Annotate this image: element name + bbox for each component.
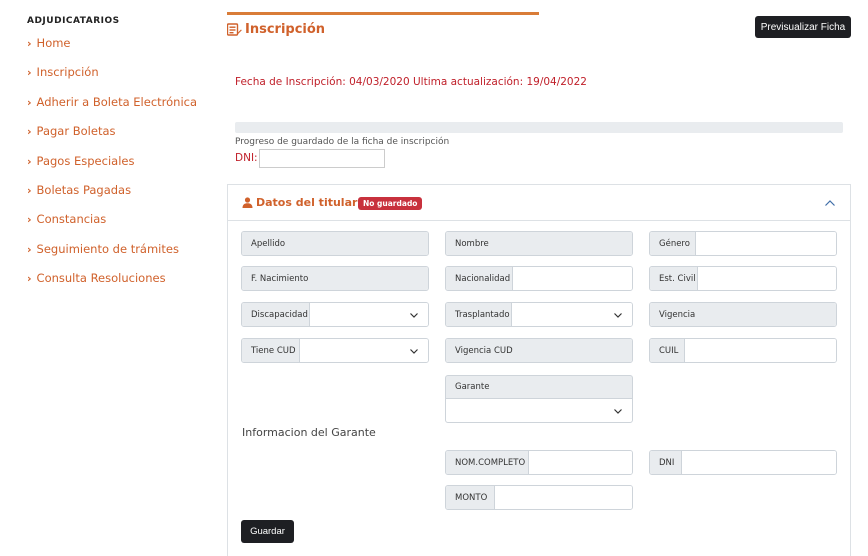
vigencia-cud-field[interactable]: Vigencia CUD (445, 338, 633, 363)
apellido-value (302, 232, 428, 255)
sidebar-item-seguimiento[interactable]: › Seguimiento de trámites (27, 242, 197, 271)
sidebar-item-pagos-especiales[interactable]: › Pagos Especiales (27, 154, 197, 183)
cuil-field[interactable]: CUIL (649, 338, 837, 363)
chevron-right-icon: › (27, 66, 32, 80)
nacimiento-field[interactable]: F. Nacimiento (241, 266, 429, 291)
vigencia-field[interactable]: Vigencia (649, 302, 837, 327)
sidebar-item-label: Boletas Pagadas (36, 182, 132, 197)
sidebar-item-pagar-boletas[interactable]: › Pagar Boletas (27, 124, 197, 153)
tiene-cud-value (300, 339, 428, 362)
apellido-label: Apellido (242, 232, 302, 255)
nacionalidad-label: Nacionalidad (446, 267, 513, 290)
genero-label: Género (650, 232, 696, 255)
card-title: Datos del titular (242, 196, 357, 209)
nacimiento-value (313, 267, 428, 290)
sidebar-item-label: Home (36, 36, 71, 50)
garante-dni-label: DNI (650, 451, 682, 474)
estcivil-label: Est. Civil (650, 267, 698, 290)
nombre-field[interactable]: Nombre (445, 231, 633, 256)
sidebar-item-label: Consulta Resoluciones (36, 271, 166, 286)
sidebar-nav: › Home › Inscripción › Adherir a Boleta Ele… (27, 36, 197, 301)
sidebar-item-consulta-resoluciones[interactable]: › Consulta Resoluciones (27, 271, 197, 300)
status-badge: No guardado (358, 197, 423, 210)
sidebar-item-label: Constancias (36, 212, 107, 227)
sidebar-item-label: Pagos Especiales (36, 153, 135, 168)
preview-form-button[interactable]: Previsualizar Ficha (755, 16, 851, 38)
chevron-down-icon (614, 408, 622, 414)
form-icon (227, 23, 242, 36)
estcivil-value (698, 267, 836, 290)
sidebar-title: ADJUDICATARIOS (27, 16, 120, 26)
save-progress-bar (235, 122, 843, 133)
chevron-down-icon (410, 348, 418, 354)
chevron-right-icon: › (27, 272, 32, 286)
genero-value (696, 232, 836, 255)
garante-dni-value (682, 451, 836, 474)
sidebar-item-home[interactable]: › Home (27, 36, 197, 65)
vigencia-label: Vigencia (650, 303, 698, 326)
save-progress-label: Progreso de guardado de la ficha de insc… (235, 137, 450, 147)
chevron-right-icon: › (27, 125, 32, 139)
chevron-right-icon: › (27, 154, 32, 168)
tiene-cud-select[interactable]: Tiene CUD (241, 338, 429, 363)
card-title-text: Datos del titular (256, 196, 358, 209)
chevron-right-icon: › (27, 242, 32, 256)
sidebar-item-adherir-boleta[interactable]: › Adherir a Boleta Electrónica (27, 95, 197, 124)
nom-completo-value (529, 451, 632, 474)
save-button[interactable]: Guardar (241, 520, 294, 543)
trasplantado-select[interactable]: Trasplantado (445, 302, 633, 327)
chevron-down-icon (410, 312, 418, 318)
tiene-cud-label: Tiene CUD (242, 339, 300, 362)
title-accent-bar (227, 12, 539, 15)
nom-completo-label: NOM.COMPLETO (446, 451, 529, 474)
genero-field[interactable]: Género (649, 231, 837, 256)
dni-top-input[interactable] (259, 149, 385, 168)
discapacidad-select[interactable]: Discapacidad (241, 302, 429, 327)
nacimiento-label: F. Nacimiento (242, 267, 313, 290)
discapacidad-value (310, 303, 428, 326)
trasplantado-label: Trasplantado (446, 303, 512, 326)
trasplantado-value (512, 303, 632, 326)
monto-field[interactable]: MONTO (445, 485, 633, 510)
dni-top-label: DNI: (235, 152, 258, 164)
sidebar: ADJUDICATARIOS › Home › Inscripción › Adher… (0, 0, 215, 556)
estcivil-field[interactable]: Est. Civil (649, 266, 837, 291)
chevron-right-icon: › (27, 37, 32, 50)
sidebar-item-inscripcion[interactable]: › Inscripción (27, 65, 197, 94)
chevron-down-icon (614, 312, 622, 318)
garante-label: Garante (445, 375, 633, 398)
chevron-right-icon: › (27, 183, 32, 197)
cuil-value (685, 339, 836, 362)
page-title: Inscripción (227, 22, 325, 37)
garante-section-title: Informacion del Garante (242, 426, 376, 439)
vigencia-cud-value (516, 339, 632, 362)
apellido-field[interactable]: Apellido (241, 231, 429, 256)
nacionalidad-value (513, 267, 632, 290)
page-title-text: Inscripción (245, 22, 326, 37)
nacionalidad-field[interactable]: Nacionalidad (445, 266, 633, 291)
vigencia-value (698, 303, 836, 326)
sidebar-item-label: Adherir a Boleta Electrónica (36, 94, 198, 109)
monto-value (495, 486, 632, 509)
discapacidad-label: Discapacidad (242, 303, 310, 326)
nombre-value (495, 232, 632, 255)
user-icon (242, 197, 253, 208)
card-header[interactable]: Datos del titular No guardado (228, 185, 850, 221)
sidebar-item-label: Inscripción (36, 65, 99, 80)
sidebar-item-label: Pagar Boletas (36, 124, 116, 139)
monto-label: MONTO (446, 486, 495, 509)
registration-dates: Fecha de Inscripción: 04/03/2020 Ultima … (235, 76, 587, 88)
chevron-up-icon[interactable] (824, 197, 836, 209)
sidebar-item-boletas-pagadas[interactable]: › Boletas Pagadas (27, 183, 197, 212)
nom-completo-field[interactable]: NOM.COMPLETO (445, 450, 633, 475)
garante-dni-field[interactable]: DNI (649, 450, 837, 475)
garante-select[interactable] (445, 398, 633, 423)
nombre-label: Nombre (446, 232, 495, 255)
chevron-right-icon: › (27, 213, 32, 227)
sidebar-item-constancias[interactable]: › Constancias (27, 212, 197, 241)
vigencia-cud-label: Vigencia CUD (446, 339, 516, 362)
sidebar-item-label: Seguimiento de trámites (36, 241, 179, 256)
cuil-label: CUIL (650, 339, 685, 362)
chevron-right-icon: › (27, 95, 32, 109)
